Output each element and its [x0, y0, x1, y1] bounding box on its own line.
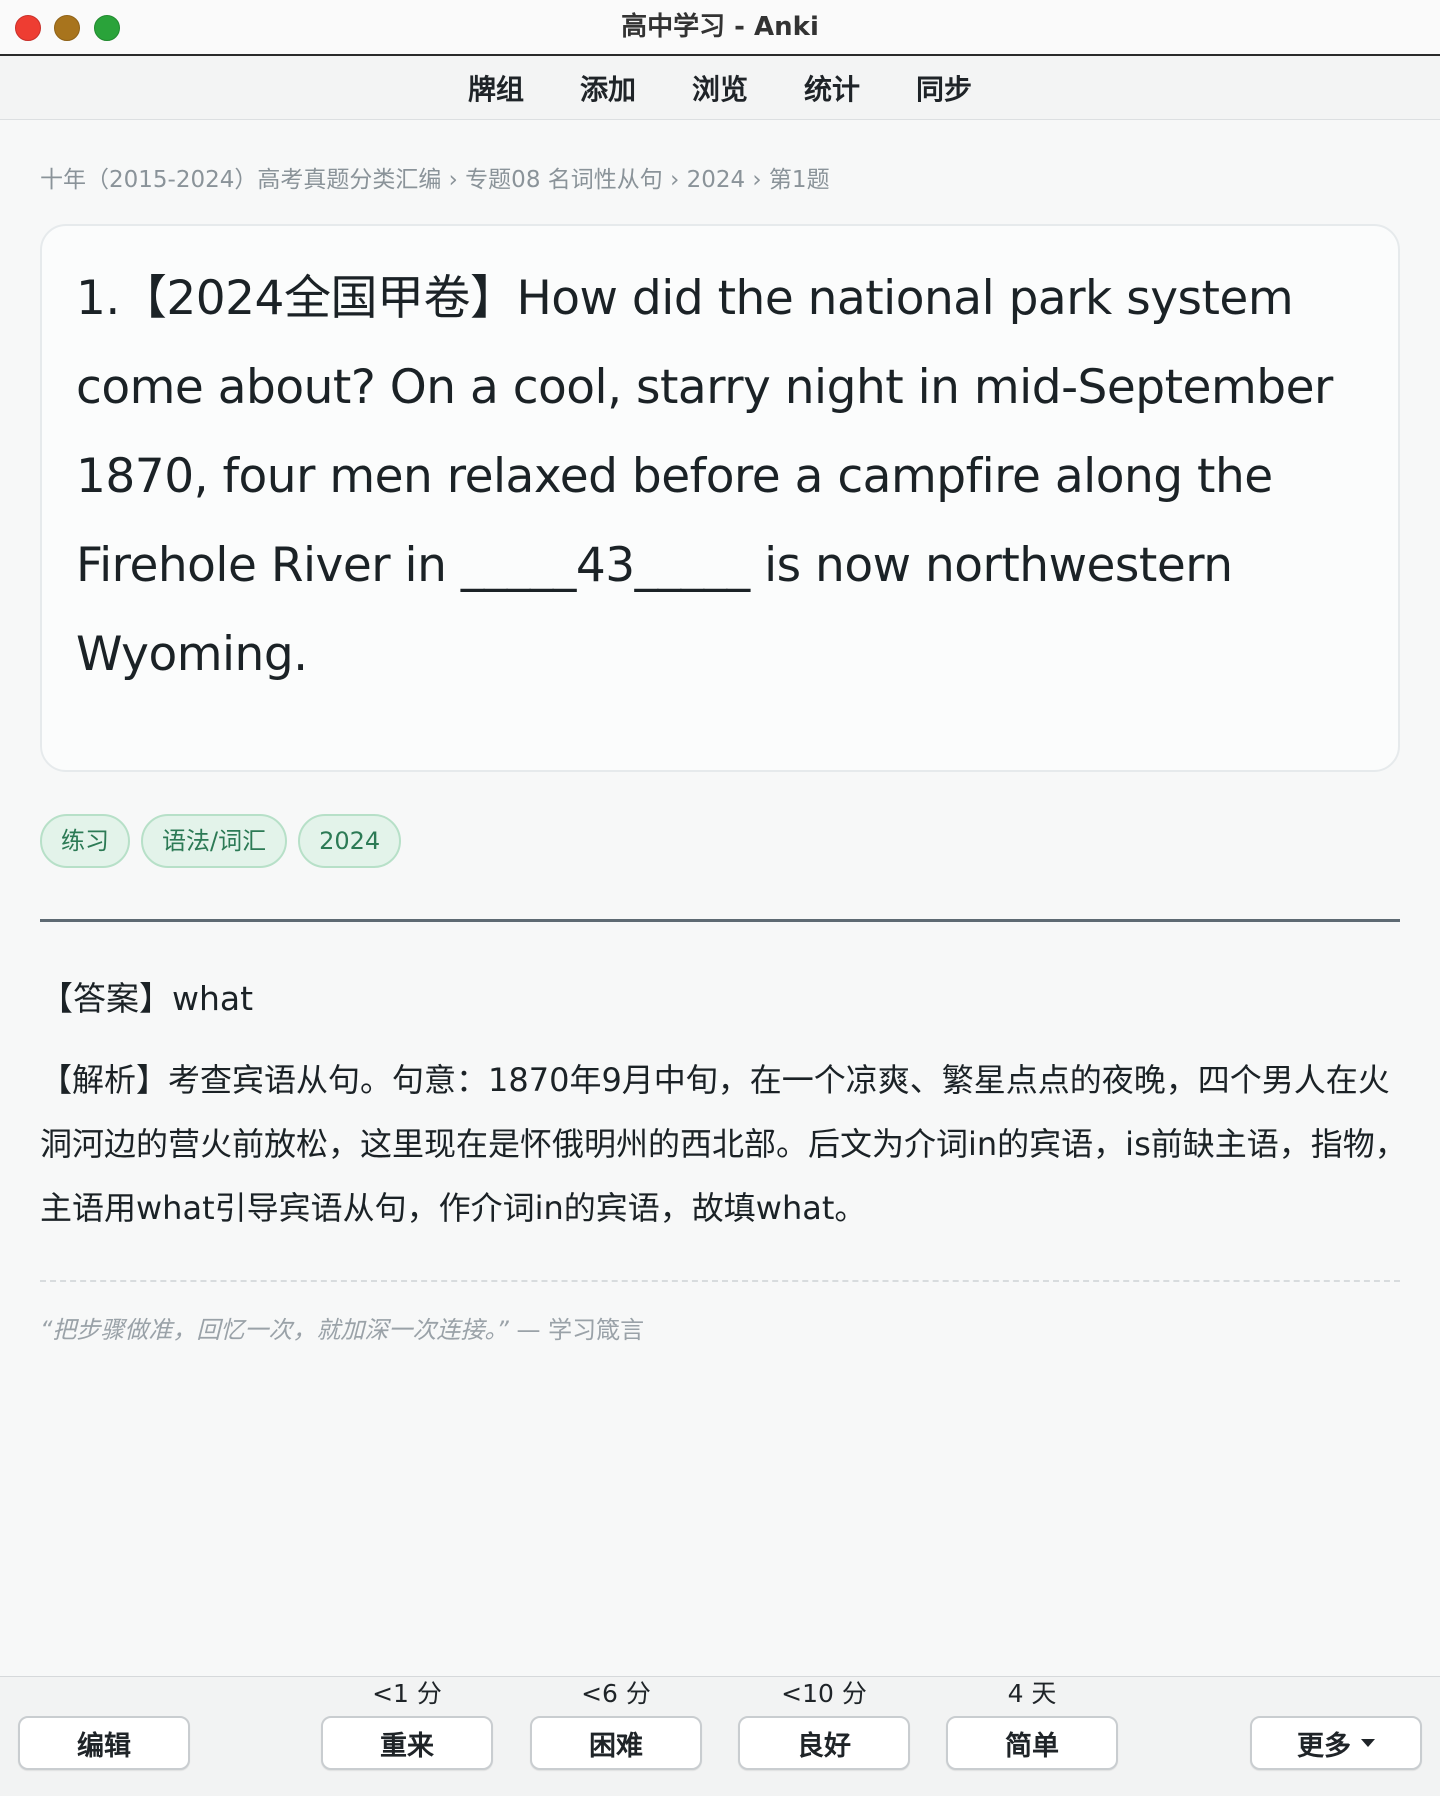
interval-hard: <6 分	[581, 1679, 651, 1708]
breadcrumb: 十年（2015-2024）高考真题分类汇编 › 专题08 名词性从句 › 202…	[40, 167, 830, 193]
anki-window: 高中学习 - Anki 牌组 添加 浏览 统计 同步 十年（2015-2024）…	[0, 0, 1440, 1796]
caret-down-icon	[1361, 1739, 1375, 1747]
question-card: 1.【2024全国甲卷】How did the national park sy…	[40, 224, 1400, 772]
menu-decks[interactable]: 牌组	[468, 68, 524, 108]
edit-button[interactable]: 编辑	[18, 1716, 190, 1770]
more-button-label: 更多	[1297, 1730, 1351, 1762]
tag-year: 2024	[298, 814, 402, 868]
easy-button[interactable]: 简单	[946, 1716, 1118, 1770]
interval-again: <1 分	[372, 1679, 442, 1708]
menu-sync[interactable]: 同步	[916, 68, 972, 108]
bottom-bar	[0, 1676, 1440, 1796]
more-button[interactable]: 更多	[1250, 1716, 1422, 1770]
interval-easy: 4 天	[1007, 1679, 1057, 1708]
tag-list: 练习 语法/词汇 2024	[40, 814, 402, 868]
analysis-text: 【解析】考查宾语从句。句意：1870年9月中旬，在一个凉爽、繁星点点的夜晚，四个…	[40, 1061, 1407, 1227]
question-text: 1.【2024全国甲卷】How did the national park sy…	[76, 271, 1333, 682]
top-menu: 牌组 添加 浏览 统计 同步	[0, 56, 1440, 120]
quote-source: — 学习箴言	[516, 1316, 645, 1344]
again-button[interactable]: 重来	[321, 1716, 493, 1770]
study-quote: “把步骤做准，回忆一次，就加深一次连接。” — 学习箴言	[40, 1310, 644, 1345]
interval-good: <10 分	[781, 1679, 867, 1708]
quote-text: “把步骤做准，回忆一次，就加深一次连接。”	[40, 1316, 509, 1344]
menu-browse[interactable]: 浏览	[692, 68, 748, 108]
title-bar: 高中学习 - Anki	[0, 0, 1440, 56]
menu-add[interactable]: 添加	[580, 68, 636, 108]
quote-divider	[40, 1280, 1400, 1282]
window-title: 高中学习 - Anki	[621, 12, 819, 42]
tag-practice: 练习	[40, 814, 130, 868]
answer-divider	[40, 919, 1400, 922]
tag-grammar-vocab: 语法/词汇	[141, 814, 288, 868]
answer-text: 【答案】what	[40, 979, 254, 1018]
menu-stats[interactable]: 统计	[804, 68, 860, 108]
hard-button[interactable]: 困难	[530, 1716, 702, 1770]
good-button[interactable]: 良好	[738, 1716, 910, 1770]
